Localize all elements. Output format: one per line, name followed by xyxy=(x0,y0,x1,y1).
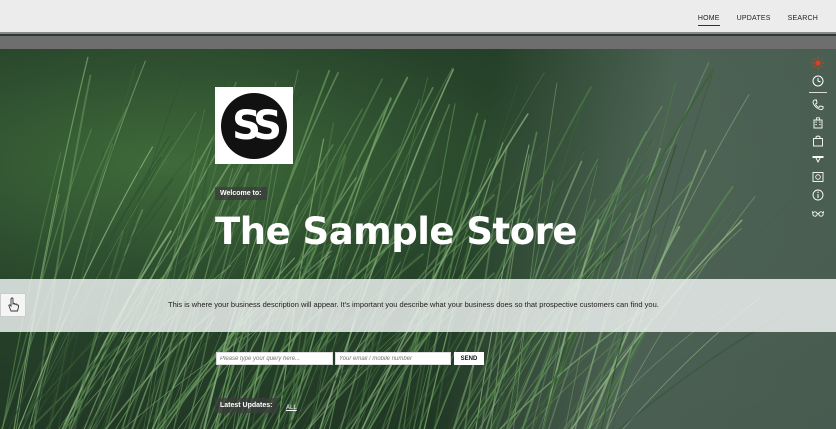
sidebar-divider xyxy=(809,92,827,93)
bookmark-ribbon-icon[interactable] xyxy=(811,152,825,166)
hand-pointer-icon[interactable] xyxy=(0,293,26,317)
page-title: The Sample Store xyxy=(215,210,577,253)
query-input[interactable] xyxy=(216,352,333,365)
contact-input[interactable] xyxy=(335,352,451,365)
nav-search-link[interactable]: SEARCH xyxy=(788,15,818,26)
send-button[interactable]: SEND xyxy=(454,352,484,365)
photo-icon[interactable] xyxy=(811,170,825,184)
enquiry-form: SEND xyxy=(216,352,484,365)
building-icon[interactable] xyxy=(811,116,825,130)
shopping-bag-icon[interactable] xyxy=(811,134,825,148)
store-logo: SS xyxy=(215,87,293,164)
clock-icon[interactable] xyxy=(811,74,825,88)
nav-home-link[interactable]: HOME xyxy=(697,15,720,26)
sidebar-icon-menu xyxy=(808,56,828,224)
info-icon[interactable] xyxy=(811,188,825,202)
phone-icon[interactable] xyxy=(811,98,825,112)
business-description: This is where your business description … xyxy=(168,300,659,309)
description-band: This is where your business description … xyxy=(0,279,836,332)
nav-updates-link[interactable]: UPDATES xyxy=(737,15,771,26)
main-nav: HOME UPDATES SEARCH xyxy=(697,15,818,26)
glasses-icon[interactable] xyxy=(811,206,825,220)
all-updates-link[interactable]: ALL xyxy=(286,405,297,411)
latest-updates-label: Latest Updates: xyxy=(215,398,278,413)
header-divider-band xyxy=(0,36,836,49)
top-navbar: HOME UPDATES SEARCH xyxy=(0,0,836,34)
logo-monogram: SS xyxy=(221,92,287,159)
sun-icon[interactable] xyxy=(811,56,825,70)
welcome-label: Welcome to: xyxy=(215,187,267,200)
